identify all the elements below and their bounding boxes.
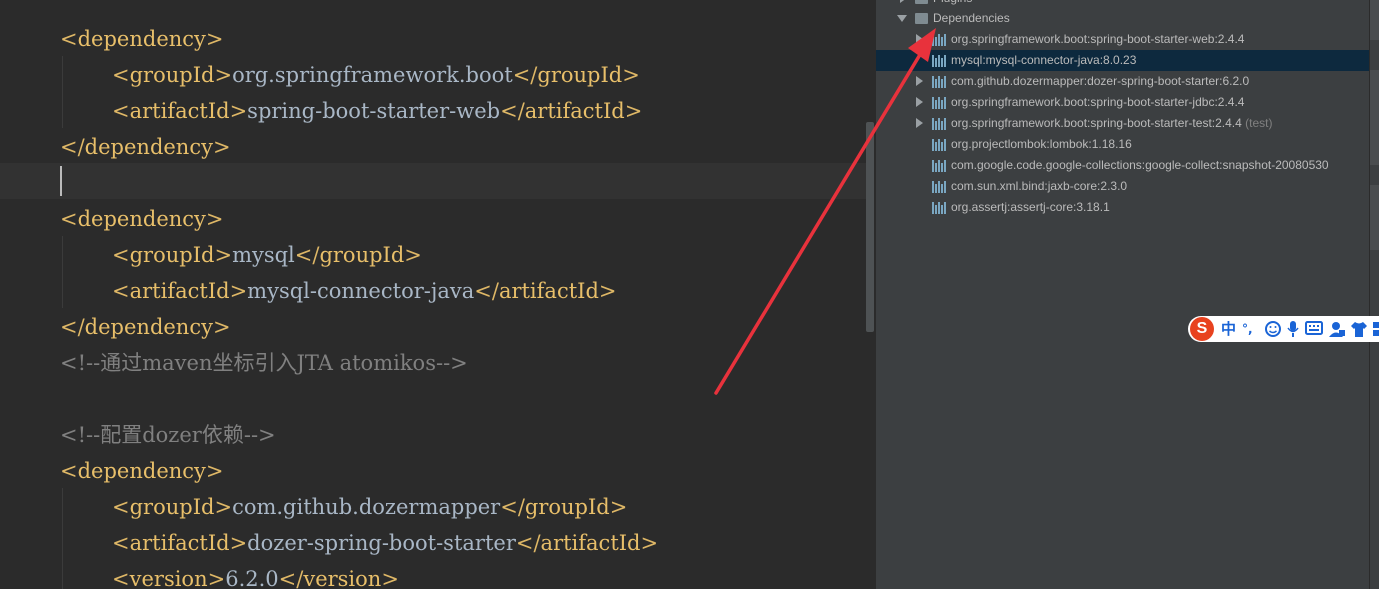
code-line[interactable]: <version>6.2.0</version> xyxy=(112,561,399,589)
keyboard-icon[interactable] xyxy=(1305,321,1323,336)
library-icon xyxy=(932,97,946,109)
microphone-icon[interactable] xyxy=(1286,320,1300,338)
library-icon xyxy=(932,202,946,214)
dependency-item[interactable]: com.google.code.google-collections:googl… xyxy=(876,155,1369,176)
dependency-item[interactable]: org.springframework.boot:spring-boot-sta… xyxy=(876,29,1369,50)
code-line[interactable]: <groupId>com.github.dozermapper</groupId… xyxy=(112,489,627,525)
maven-projects-panel: Plugins Dependencies org.springframework… xyxy=(876,0,1369,589)
ime-toolbar: S 中 °, xyxy=(1188,316,1379,342)
current-line-highlight xyxy=(0,163,866,199)
indent-guide xyxy=(62,236,63,308)
code-line[interactable]: <artifactId>dozer-spring-boot-starter</a… xyxy=(112,525,658,561)
dependency-label: org.springframework.boot:spring-boot-sta… xyxy=(951,116,1273,130)
ime-punct[interactable]: °, xyxy=(1242,319,1253,339)
code-line[interactable]: </dependency> xyxy=(60,309,231,345)
library-icon xyxy=(932,55,946,67)
dependency-item[interactable]: org.springframework.boot:spring-boot-sta… xyxy=(876,92,1369,113)
library-icon xyxy=(932,34,946,46)
sogou-logo[interactable]: S xyxy=(1190,317,1214,341)
dependencies-label: Dependencies xyxy=(933,11,1010,25)
ime-mode[interactable]: 中 xyxy=(1221,319,1236,339)
library-icon xyxy=(932,160,946,172)
dependency-label: com.github.dozermapper:dozer-spring-boot… xyxy=(951,74,1250,88)
code-line[interactable]: <artifactId>spring-boot-starter-web</art… xyxy=(112,93,642,129)
dependencies-folder-icon xyxy=(915,13,928,24)
right-tool-window-bar xyxy=(1369,0,1379,589)
emoji-icon[interactable] xyxy=(1264,320,1282,338)
editor-scrollbar-thumb[interactable] xyxy=(866,122,874,332)
expand-arrow-icon[interactable] xyxy=(916,76,923,86)
plugins-folder-icon xyxy=(915,0,928,4)
dependency-label: mysql:mysql-connector-java:8.0.23 xyxy=(951,53,1137,67)
dependency-label: org.projectlombok:lombok:1.18.16 xyxy=(951,137,1132,151)
indent-guide xyxy=(62,56,63,128)
dependency-label: org.assertj:assertj-core:3.18.1 xyxy=(951,200,1110,214)
expand-arrow-icon[interactable] xyxy=(900,0,907,3)
code-line[interactable]: </dependency> xyxy=(60,129,231,165)
code-line[interactable]: <dependency> xyxy=(60,453,224,489)
shirt-icon[interactable] xyxy=(1350,320,1368,338)
expand-arrow-icon[interactable] xyxy=(916,118,923,128)
code-line[interactable]: <dependency> xyxy=(60,201,224,237)
dependency-label: org.springframework.boot:spring-boot-sta… xyxy=(951,95,1245,109)
code-line[interactable]: <groupId>mysql</groupId> xyxy=(112,237,422,273)
code-line[interactable]: <artifactId>mysql-connector-java</artifa… xyxy=(112,273,617,309)
code-line[interactable]: <!--通过maven坐标引入JTA atomikos--> xyxy=(60,345,468,381)
code-editor[interactable]: <dependency> <groupId>org.springframework… xyxy=(0,0,876,589)
dependency-label: com.sun.xml.bind:jaxb-core:2.3.0 xyxy=(951,179,1128,193)
library-icon xyxy=(932,139,946,151)
code-line[interactable]: <groupId>org.springframework.boot</group… xyxy=(112,57,640,93)
sidebar-tab-top[interactable] xyxy=(1370,0,1379,40)
sidebar-tab-database[interactable] xyxy=(1370,185,1379,250)
library-icon xyxy=(932,118,946,130)
dependency-item[interactable]: com.sun.xml.bind:jaxb-core:2.3.0 xyxy=(876,176,1369,197)
dependency-item[interactable]: org.projectlombok:lombok:1.18.16 xyxy=(876,134,1369,155)
library-icon xyxy=(932,76,946,88)
dependency-item[interactable]: com.github.dozermapper:dozer-spring-boot… xyxy=(876,71,1369,92)
dependency-scope: (test) xyxy=(1241,116,1273,130)
text-caret xyxy=(60,166,62,196)
grid-icon[interactable] xyxy=(1372,320,1379,338)
sidebar-tab-maven[interactable] xyxy=(1370,70,1379,165)
collapse-arrow-icon[interactable] xyxy=(897,15,907,22)
dependency-item[interactable]: mysql:mysql-connector-java:8.0.23 xyxy=(876,50,1369,71)
dependency-item[interactable]: org.assertj:assertj-core:3.18.1 xyxy=(876,197,1369,218)
code-line[interactable]: <dependency> xyxy=(60,21,224,57)
dependency-item[interactable]: org.springframework.boot:spring-boot-sta… xyxy=(876,113,1369,134)
user-icon[interactable] xyxy=(1328,320,1346,338)
indent-guide xyxy=(62,488,63,589)
library-icon xyxy=(932,181,946,193)
expand-arrow-icon[interactable] xyxy=(916,34,923,44)
dependency-label: org.springframework.boot:spring-boot-sta… xyxy=(951,32,1245,46)
tree-node-dependencies[interactable]: Dependencies xyxy=(876,8,1369,29)
code-line[interactable]: <!--配置dozer依赖--> xyxy=(60,417,276,453)
expand-arrow-icon[interactable] xyxy=(916,97,923,107)
dependency-label: com.google.code.google-collections:googl… xyxy=(951,158,1329,172)
